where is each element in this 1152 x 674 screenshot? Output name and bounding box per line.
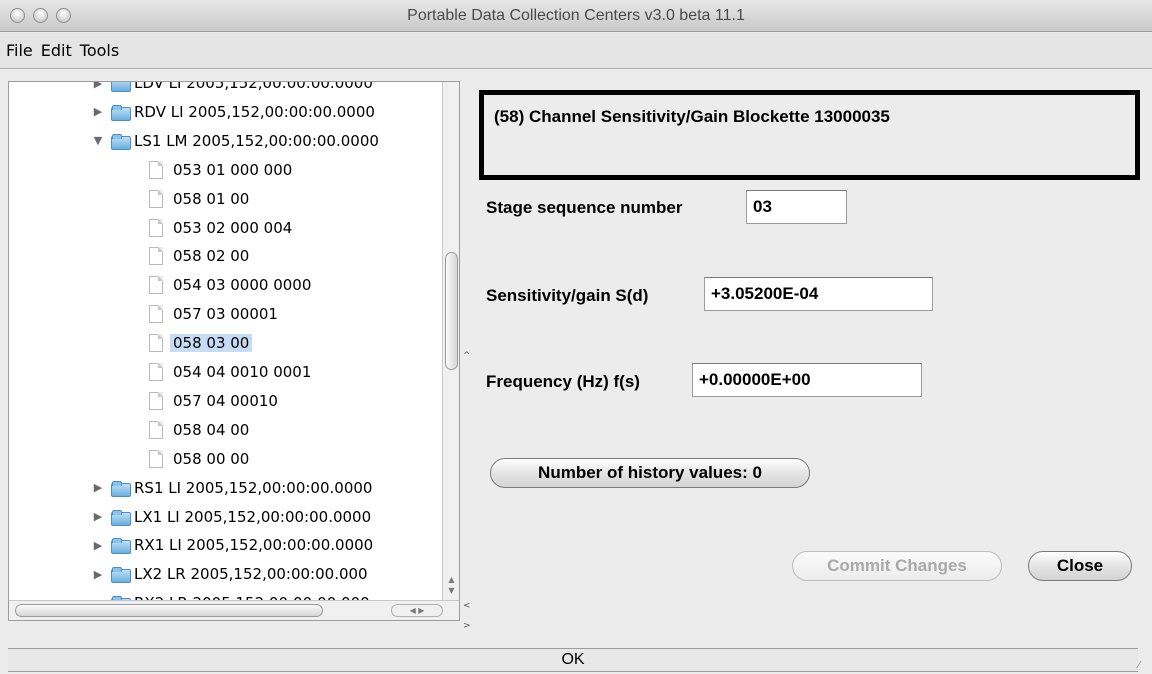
tree-node-label[interactable]: LS1 LM 2005,152,00:00:00.0000	[134, 132, 379, 150]
close-button[interactable]: Close	[1028, 551, 1132, 581]
frequency-input[interactable]	[692, 363, 922, 397]
tree-leaf-node[interactable]: 053 02 000 004	[149, 214, 292, 242]
sensitivity-gain-input[interactable]	[704, 277, 933, 311]
tree-leaf-node[interactable]: 058 02 00	[149, 242, 249, 270]
document-icon	[149, 160, 163, 179]
tree-node-label[interactable]: 058 04 00	[173, 421, 249, 439]
tree-node-label[interactable]: RDV LI 2005,152,00:00:00.0000	[134, 103, 375, 121]
folder-icon	[111, 538, 131, 555]
tree-node-label[interactable]: 058 01 00	[173, 190, 249, 208]
resize-grip-icon[interactable]: ⁄	[1138, 660, 1150, 672]
document-icon	[149, 334, 163, 353]
disclosure-collapsed-icon[interactable]: ▶	[91, 538, 105, 552]
disclosure-collapsed-icon[interactable]: ▶	[91, 105, 105, 119]
tree-folder-node[interactable]: ▼ LS1 LM 2005,152,00:00:00.0000	[91, 127, 379, 155]
document-icon	[149, 218, 163, 237]
tree-leaf-node[interactable]: 053 01 000 000	[149, 156, 292, 184]
tree-vertical-scroll-thumb[interactable]	[445, 252, 458, 370]
folder-icon	[111, 567, 131, 584]
tree-leaf-node[interactable]: 057 03 00001	[149, 300, 278, 328]
document-icon	[149, 189, 163, 208]
status-bar: OK	[8, 648, 1138, 672]
folder-icon	[111, 104, 131, 121]
tree-node-label[interactable]: LDV LI 2005,152,00:00:00.0000	[134, 82, 373, 92]
tree-node-label[interactable]: 054 04 0010 0001	[173, 363, 311, 381]
document-icon	[149, 363, 163, 381]
tree-leaf-node[interactable]: 054 04 0010 0001	[149, 358, 311, 386]
history-values-button[interactable]: Number of history values: 0	[490, 458, 810, 488]
tree-node-label[interactable]: 058 00 00	[173, 450, 249, 468]
tree-leaf-node[interactable]: 058 04 00	[149, 416, 249, 444]
menu-edit[interactable]: Edit	[41, 41, 72, 60]
tree-node-label[interactable]: 053 01 000 000	[173, 161, 292, 179]
sensitivity-gain-label: Sensitivity/gain S(d)	[486, 286, 649, 305]
tree-leaf-node[interactable]: 054 03 0000 0000	[149, 271, 311, 299]
tree-horizontal-scroll-thumb[interactable]	[15, 604, 323, 617]
blockette-header: (58) Channel Sensitivity/Gain Blockette …	[479, 90, 1140, 180]
document-icon	[149, 391, 163, 410]
window-title: Portable Data Collection Centers v3.0 be…	[407, 7, 745, 24]
tree-node-label[interactable]: 057 03 00001	[173, 305, 278, 323]
folder-icon	[111, 480, 131, 497]
status-text: OK	[561, 651, 585, 668]
tree-node-label[interactable]: 058 02 00	[173, 247, 249, 265]
disclosure-collapsed-icon[interactable]: ▶	[91, 481, 105, 495]
commit-changes-button[interactable]: Commit Changes	[792, 551, 1002, 581]
disclosure-collapsed-icon[interactable]: ▶	[91, 567, 105, 581]
document-icon	[149, 449, 163, 468]
disclosure-expanded-icon[interactable]: ▼	[91, 134, 105, 148]
folder-icon	[111, 82, 131, 92]
folder-icon	[111, 509, 131, 526]
stage-sequence-label: Stage sequence number	[486, 198, 683, 217]
blockette-tree[interactable]: ▶ LDV LI 2005,152,00:00:00.0000 ▶ RDV LI 20…	[8, 81, 460, 621]
tree-folder-node[interactable]: ▶ LX1 LI 2005,152,00:00:00.0000	[91, 503, 371, 531]
tree-folder-node[interactable]: ▶ LDV LI 2005,152,00:00:00.0000	[91, 82, 373, 97]
split-pane-divider[interactable]: ^ < >	[462, 81, 474, 641]
tree-node-label[interactable]: RS1 LI 2005,152,00:00:00.0000	[134, 479, 372, 497]
tree-node-label[interactable]: LX2 LR 2005,152,00:00:00.000	[134, 565, 368, 583]
document-icon	[149, 276, 163, 295]
disclosure-collapsed-icon[interactable]: ▶	[91, 510, 105, 524]
tree-horizontal-scroll-arrows[interactable]: ◀ ▶	[391, 604, 443, 617]
tree-node-label[interactable]: 054 03 0000 0000	[173, 276, 311, 294]
menu-tools[interactable]: Tools	[80, 41, 119, 60]
document-icon	[149, 305, 163, 324]
tree-node-label[interactable]: LX1 LI 2005,152,00:00:00.0000	[134, 508, 371, 526]
tree-vertical-scroll-arrows[interactable]: ▲ ▼	[445, 574, 458, 600]
tree-node-label[interactable]: 053 02 000 004	[173, 219, 292, 237]
tree-folder-node[interactable]: ▶ RX1 LI 2005,152,00:00:00.0000	[91, 531, 373, 559]
window-title-bar: Portable Data Collection Centers v3.0 be…	[0, 0, 1152, 32]
document-icon	[149, 420, 163, 439]
document-icon	[149, 247, 163, 266]
frequency-label: Frequency (Hz) f(s)	[486, 372, 640, 391]
tree-horizontal-scrollbar[interactable]: ◀ ▶	[9, 600, 459, 620]
tree-node-label[interactable]: 058 03 00	[170, 334, 253, 353]
tree-leaf-node[interactable]: 058 03 00	[149, 329, 253, 357]
tree-node-label[interactable]: 057 04 00010	[173, 392, 278, 410]
menu-file[interactable]: File	[6, 41, 33, 60]
tree-leaf-node[interactable]: 058 00 00	[149, 445, 249, 473]
tree-leaf-node[interactable]: 058 01 00	[149, 185, 249, 213]
tree-leaf-node[interactable]: 057 04 00010	[149, 387, 278, 415]
tree-folder-node[interactable]: ▶ RDV LI 2005,152,00:00:00.0000	[91, 98, 375, 126]
blockette-title: (58) Channel Sensitivity/Gain Blockette …	[494, 107, 890, 126]
folder-icon	[111, 133, 131, 150]
disclosure-collapsed-icon[interactable]: ▶	[91, 82, 105, 90]
tree-vertical-scrollbar[interactable]: ▲ ▼	[442, 82, 459, 602]
tree-folder-node[interactable]: ▶ RS1 LI 2005,152,00:00:00.0000	[91, 474, 372, 502]
tree-node-label[interactable]: RX1 LI 2005,152,00:00:00.0000	[134, 536, 373, 554]
menu-bar: File Edit Tools	[0, 33, 1152, 69]
tree-folder-node[interactable]: ▶ LX2 LR 2005,152,00:00:00.000	[91, 560, 368, 588]
stage-sequence-input[interactable]	[746, 190, 847, 224]
